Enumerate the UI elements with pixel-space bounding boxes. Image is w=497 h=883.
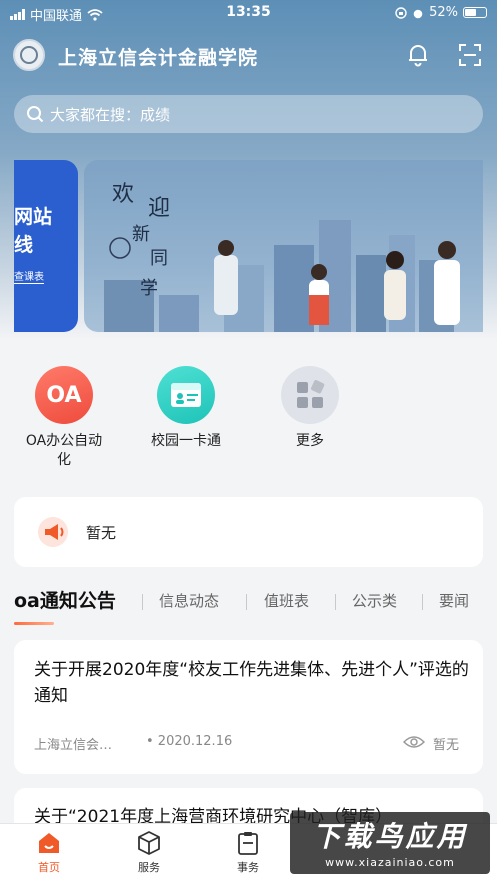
quick-action-label: 校园一卡通 [151,433,221,449]
tab-headlines[interactable]: 要闻 [439,590,469,611]
bell-icon[interactable] [405,42,431,68]
tab-divider [422,594,423,610]
news-tabs: oa通知公告 信息动态 值班表 公示类 要闻 [14,586,497,626]
eye-icon [403,736,425,748]
welcome-char: 同 [150,248,168,269]
scan-icon[interactable] [457,42,483,68]
alarm-icon [413,9,423,18]
notice-text: 暂无 [86,524,117,542]
watermark-url: www.xiazainiao.com [325,856,455,869]
tabbar-services[interactable]: 服务 [119,830,179,875]
welcome-char: 迎 [148,196,171,221]
news-date: • 2020.12.16 [146,734,233,749]
news-source: 上海立信会… [34,738,113,753]
tab-divider [142,594,143,610]
news-title: 关于开展2020年度“校友工作先进集体、先进个人”评选的通知 [34,660,469,706]
cube-icon [138,831,160,855]
tabbar-label: 服务 [138,861,160,874]
tab-divider [246,594,247,610]
tabbar-affairs[interactable]: 事务 [218,830,278,875]
quick-action-label: 更多 [296,433,324,449]
tabbar-label: 首页 [38,861,60,874]
tab-public-notices[interactable]: 公示类 [352,590,397,611]
welcome-char: 欢 [112,182,135,207]
clipboard-icon [238,832,258,855]
app-title: 上海立信会计金融学院 [58,47,259,69]
search-bar[interactable]: 大家都在搜：成绩 [14,95,483,133]
search-icon [27,106,44,123]
active-tab-indicator [14,622,54,625]
school-logo [13,39,45,71]
banner-slide-welcome[interactable]: 欢 迎 新 同 学 [84,160,483,332]
banner-side-text: 线 [14,234,34,256]
status-bar: 中国联通 13:35 52% [0,0,497,26]
app-header: 上海立信会计金融学院 [0,32,497,78]
tab-info-news[interactable]: 信息动态 [159,590,219,611]
orientation-lock-icon [395,6,407,19]
notice-bar[interactable]: 暂无 [14,497,483,567]
battery-icon [463,7,487,18]
banner-side-link: 查课表 [14,268,44,284]
tabbar-home[interactable]: 首页 [19,830,79,875]
quick-action-oa[interactable]: OA OA办公自动化 [14,366,114,470]
grid-icon [281,366,339,424]
banner-side-text: 网站 [14,206,53,228]
welcome-char: 学 [140,278,158,299]
tab-duty-roster[interactable]: 值班表 [264,590,309,611]
quick-action-campus-card[interactable]: 校园一卡通 [136,366,236,451]
quick-action-label: OA办公自动化 [25,433,103,468]
tab-divider [335,594,336,610]
megaphone-icon [38,517,68,547]
search-placeholder: 大家都在搜：成绩 [50,106,171,124]
quick-action-more[interactable]: 更多 [260,366,360,451]
battery-percent: 52% [429,5,458,20]
home-icon [39,833,59,853]
tab-oa-notices[interactable]: oa通知公告 [14,586,116,613]
banner-slide-previous[interactable]: 网站 线 查课表 [14,160,78,332]
news-card[interactable]: 关于开展2020年度“校友工作先进集体、先进个人”评选的通知 上海立信会… • … [14,640,483,774]
welcome-char: 新 [132,224,150,245]
banner-carousel[interactable]: 网站 线 查课表 欢 迎 新 同 学 [14,160,483,332]
news-views: 暂无 [433,738,460,753]
tabbar-label: 事务 [237,861,259,874]
oa-icon: OA [35,366,93,424]
id-card-icon [157,366,215,424]
watermark-title: 下载鸟应用 [312,820,468,853]
site-watermark: 下载鸟应用 www.xiazainiao.com [290,812,490,874]
